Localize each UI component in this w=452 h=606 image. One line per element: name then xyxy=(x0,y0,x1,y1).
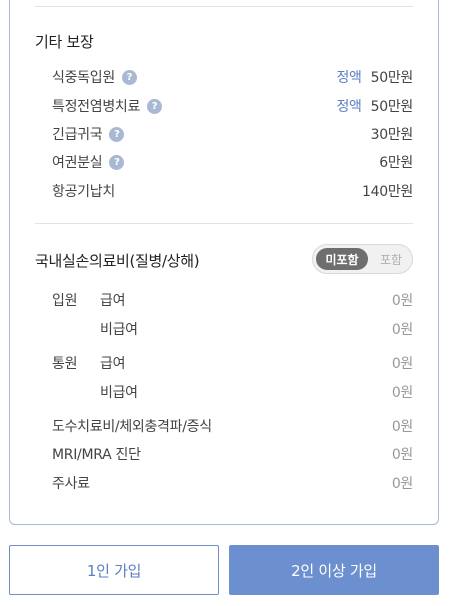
coverage-amount: 0원 xyxy=(391,419,413,435)
inpatient-label: 입원 xyxy=(52,293,78,309)
coverage-amount: 0원 xyxy=(391,476,413,492)
coverage-label: 항공기납치 xyxy=(52,184,115,200)
outpatient-covered-label: 급여 xyxy=(100,356,126,372)
coverage-amount: 140만원 xyxy=(362,184,413,200)
coverage-row-injection: 주사료 0원 xyxy=(52,472,413,494)
coverage-row-food-poisoning: 식중독입원? 정액 50만원 xyxy=(52,66,413,88)
coverage-amount: 0원 xyxy=(391,385,413,401)
outpatient-noncovered-label: 비급여 xyxy=(100,385,138,401)
coverage-row-manual-therapy: 도수치료비/체외충격파/증식 0원 xyxy=(52,415,413,437)
coverage-row-emergency-return: 긴급귀국? 30만원 xyxy=(52,123,413,145)
help-icon[interactable]: ? xyxy=(109,126,125,142)
domestic-medical-title: 국내실손의료비(질병/상해) xyxy=(35,252,200,270)
toggle-option-exclude[interactable]: 미포함 xyxy=(316,248,368,270)
coverage-amount: 0원 xyxy=(391,322,413,338)
coverage-amount: 0원 xyxy=(391,447,413,463)
help-icon[interactable]: ? xyxy=(121,69,137,85)
fixed-amount-tag: 정액 xyxy=(336,70,362,86)
coverage-label: 특정전염병치료 xyxy=(52,99,141,115)
coverage-amount: 30만원 xyxy=(370,127,414,143)
top-divider xyxy=(35,6,413,7)
coverage-label: 여권분실 xyxy=(52,155,103,171)
inpatient-noncovered-label: 비급여 xyxy=(100,322,138,338)
coverage-amount: 50만원 xyxy=(370,70,414,86)
help-icon[interactable]: ? xyxy=(147,98,163,114)
section-divider xyxy=(35,223,413,224)
coverage-label: 도수치료비/체외충격파/증식 xyxy=(52,419,212,435)
coverage-row-hijacking: 항공기납치 140만원 xyxy=(52,180,413,202)
other-coverage-title: 기타 보장 xyxy=(35,33,94,51)
coverage-label: 식중독입원 xyxy=(52,70,115,86)
coverage-label: MRI/MRA 진단 xyxy=(52,447,141,463)
coverage-label: 긴급귀국 xyxy=(52,127,103,143)
coverage-row-passport-loss: 여권분실? 6만원 xyxy=(52,151,413,173)
fixed-amount-tag: 정액 xyxy=(336,99,362,115)
coverage-amount: 0원 xyxy=(391,293,413,309)
inpatient-noncovered-amount-wrap: 0원 xyxy=(360,318,413,340)
join-two-plus-button[interactable]: 2인 이상 가입 xyxy=(229,545,439,595)
inpatient-covered-label: 급여 xyxy=(100,293,126,309)
coverage-amount: 50만원 xyxy=(370,99,414,115)
help-icon[interactable]: ? xyxy=(109,154,125,170)
outpatient-noncovered-amount-wrap: 0원 xyxy=(360,381,413,403)
coverage-amount: 0원 xyxy=(391,356,413,372)
join-one-person-button[interactable]: 1인 가입 xyxy=(9,545,219,595)
coverage-row-mri: MRI/MRA 진단 0원 xyxy=(52,443,413,465)
outpatient-covered-amount-wrap: 0원 xyxy=(360,352,413,374)
include-toggle[interactable]: 미포함 포함 xyxy=(312,244,413,274)
toggle-option-include[interactable]: 포함 xyxy=(371,248,411,270)
coverage-row-infectious-disease: 특정전염병치료? 정액 50만원 xyxy=(52,95,413,117)
coverage-amount: 6만원 xyxy=(379,155,413,171)
inpatient-covered-amount-wrap: 0원 xyxy=(360,289,413,311)
outpatient-label: 통원 xyxy=(52,356,78,372)
coverage-label: 주사료 xyxy=(52,476,90,492)
